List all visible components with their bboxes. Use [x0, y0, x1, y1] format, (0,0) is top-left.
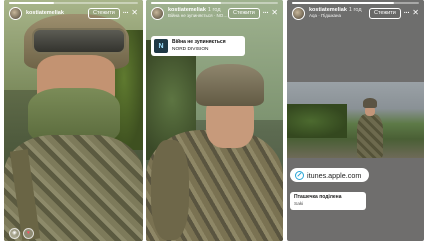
soldier — [357, 98, 383, 158]
story-panel-3[interactable]: kostiatemeliak 1 год Aqa · Підшкана Стежи… — [287, 0, 424, 241]
heart-icon[interactable]: ♥ — [23, 227, 34, 239]
story-progress — [151, 2, 278, 4]
music-sticker[interactable]: N Війна не зупиняється NORD DIVISION — [151, 36, 245, 56]
story-photo — [287, 82, 424, 158]
follow-button[interactable]: Стежити — [88, 7, 120, 19]
music-title: Війна не зупиняється — [172, 39, 226, 45]
audio-label[interactable]: Війна не зупиняється · NORD DIVISION — [168, 13, 228, 19]
uniform — [357, 114, 383, 158]
avatar[interactable] — [151, 6, 164, 20]
avatar[interactable] — [292, 6, 305, 20]
username[interactable]: kostiatemeliak — [26, 10, 88, 16]
avatar[interactable] — [9, 6, 22, 20]
story-meta: kostiatemeliak — [26, 10, 88, 16]
link-icon — [295, 170, 304, 180]
share-subtitle: Saki — [294, 202, 304, 207]
share-sticker[interactable]: Пташечка поділена Saki — [290, 192, 366, 210]
story-footer: ◉ ♥ — [9, 227, 138, 239]
story-header: kostiatemeliak Стежити ··· ✕ — [9, 6, 138, 20]
arm — [151, 140, 189, 240]
more-dots-icon[interactable]: ··· — [404, 10, 410, 17]
helmet — [363, 98, 377, 108]
goggles — [32, 28, 126, 54]
story-progress-fill — [9, 2, 55, 4]
album-art: N — [154, 39, 168, 53]
story-progress-fill — [292, 2, 394, 4]
link-label: itunes.apple.com — [307, 170, 362, 180]
story-header: kostiatemeliak 1 год Війна не зупиняється… — [151, 6, 278, 20]
helmet — [196, 64, 264, 106]
story-progress — [292, 2, 419, 4]
link-sticker[interactable]: itunes.apple.com — [290, 168, 369, 182]
story-meta: kostiatemeliak 1 год Aqa · Підшкана — [309, 7, 369, 19]
story-progress-fill — [151, 2, 221, 4]
more-dots-icon[interactable]: ··· — [263, 10, 269, 17]
trees — [287, 104, 347, 138]
music-info: Війна не зупиняється NORD DIVISION — [172, 39, 226, 53]
follow-button[interactable]: Стежити — [228, 7, 260, 19]
share-title: Пташечка поділена — [294, 194, 342, 200]
follow-button[interactable]: Стежити — [369, 7, 401, 19]
story-panel-1[interactable]: kostiatemeliak Стежити ··· ✕ ◉ ♥ — [4, 0, 143, 241]
camera-icon[interactable]: ◉ — [9, 227, 20, 239]
close-icon[interactable]: ✕ — [412, 9, 419, 17]
story-header: kostiatemeliak 1 год Aqa · Підшкана Стежи… — [292, 6, 419, 20]
audio-label[interactable]: Aqa · Підшкана — [309, 13, 369, 19]
more-dots-icon[interactable]: ··· — [123, 10, 129, 17]
close-icon[interactable]: ✕ — [131, 9, 138, 17]
close-icon[interactable]: ✕ — [271, 9, 278, 17]
story-progress — [9, 2, 138, 4]
music-artist: NORD DIVISION — [172, 47, 209, 52]
story-panel-2[interactable]: kostiatemeliak 1 год Війна не зупиняється… — [146, 0, 283, 241]
story-meta: kostiatemeliak 1 год Війна не зупиняється… — [168, 7, 228, 19]
